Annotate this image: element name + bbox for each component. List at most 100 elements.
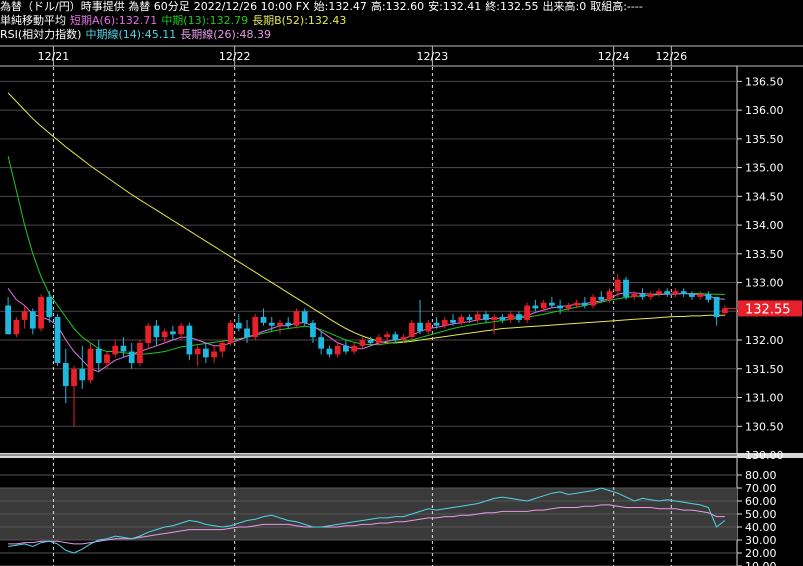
- candle-body: [606, 291, 613, 300]
- candle-body: [581, 302, 588, 306]
- x-tick-label: 12/26: [655, 50, 687, 63]
- candle-body: [21, 311, 28, 320]
- candle-body: [13, 319, 20, 335]
- y-tick-label: 133.00: [745, 277, 784, 290]
- rsi-tick-label: 10.00: [745, 560, 777, 566]
- y-tick-label: 134.50: [745, 190, 784, 203]
- candle-body: [71, 368, 77, 387]
- candle-body: [499, 317, 506, 320]
- candle-body: [38, 296, 44, 329]
- candle-body: [46, 296, 53, 318]
- y-tick-label: 133.50: [745, 248, 784, 261]
- candle-body: [137, 342, 143, 364]
- candle-body: [202, 348, 209, 358]
- candle-body: [705, 294, 712, 300]
- candle-body: [5, 305, 12, 335]
- candle-body: [211, 351, 217, 358]
- candle-body: [104, 354, 110, 364]
- candle-body: [639, 294, 646, 297]
- candle-body: [647, 294, 654, 297]
- candle-body: [721, 308, 728, 314]
- candle-body: [268, 322, 275, 326]
- y-tick-label: 132.00: [745, 334, 784, 347]
- candle-body: [557, 305, 563, 309]
- candle-body: [252, 317, 259, 338]
- candle-body: [318, 337, 325, 349]
- y-tick-label: 130.00: [745, 449, 784, 462]
- price-chart[interactable]: 136.50 136.00 135.50 135.00 134.50 134.00 133.…: [0, 0, 803, 566]
- candle-body: [120, 345, 127, 352]
- candle-body: [680, 291, 687, 295]
- x-tick-label: 12/21: [38, 50, 70, 63]
- x-tick-label: 12/22: [219, 50, 251, 63]
- candle-body: [466, 317, 473, 320]
- candle-body: [458, 317, 465, 323]
- candle-body: [565, 305, 572, 309]
- candle-body: [359, 340, 366, 346]
- candle-body: [598, 296, 605, 300]
- candle-body: [631, 294, 638, 297]
- candle-body: [590, 296, 596, 306]
- y-tick-label: 134.00: [745, 219, 784, 232]
- candle-body: [516, 314, 522, 320]
- candle-body: [293, 311, 300, 326]
- candle-body: [87, 348, 94, 381]
- ma-short-line: [7, 288, 725, 373]
- candle-body: [343, 345, 349, 352]
- y-tick-label: 136.00: [745, 104, 784, 117]
- candle-body: [491, 317, 498, 320]
- candle-body: [235, 322, 242, 329]
- candle-body: [219, 342, 226, 352]
- candle-body: [301, 311, 308, 323]
- candle-body: [474, 314, 481, 320]
- candle-body: [532, 305, 539, 309]
- candle-body: [450, 319, 456, 323]
- candle-body: [260, 317, 267, 323]
- candle-body: [178, 325, 185, 335]
- candle-body: [285, 322, 292, 326]
- candle-body: [441, 319, 448, 326]
- ma-mid-line: [7, 155, 725, 355]
- candle-body: [433, 322, 440, 326]
- candle-body: [425, 322, 432, 332]
- candle-body: [326, 348, 333, 355]
- candle-body: [112, 345, 119, 355]
- candle-body: [54, 317, 61, 364]
- y-tick-label: 135.50: [745, 133, 784, 146]
- candle-body: [689, 294, 695, 297]
- candle-body: [62, 363, 69, 387]
- y-tick-label: 131.00: [745, 392, 784, 405]
- rsi-tick-label: 70.00: [745, 482, 777, 495]
- candle-body: [79, 368, 86, 381]
- current-price-label: 132.55: [745, 302, 791, 317]
- candle-body: [153, 325, 160, 338]
- rsi-tick-label: 80.00: [745, 469, 777, 482]
- rsi-tick-label: 60.00: [745, 495, 777, 508]
- candle-body: [351, 345, 358, 352]
- y-tick-label: 131.50: [745, 363, 784, 376]
- candle-body: [417, 322, 423, 332]
- x-tick-label: 12/23: [417, 50, 449, 63]
- candle-body: [29, 311, 36, 329]
- candle-body: [483, 314, 489, 320]
- candle-body: [623, 279, 629, 297]
- rsi-tick-label: 20.00: [745, 547, 777, 560]
- y-tick-label: 136.50: [745, 75, 784, 88]
- candle-body: [400, 337, 407, 341]
- rsi-tick-label: 40.00: [745, 521, 777, 534]
- candle-body: [244, 328, 250, 338]
- candle-body: [310, 322, 316, 338]
- candle-body: [540, 302, 547, 309]
- candle-body: [548, 302, 555, 306]
- candle-body: [170, 331, 176, 335]
- candle-body: [656, 291, 662, 295]
- candle-body: [664, 291, 671, 295]
- candle-body: [194, 348, 201, 355]
- rsi-tick-label: 50.00: [745, 508, 777, 521]
- candle-body: [367, 340, 374, 343]
- y-tick-label: 135.00: [745, 162, 784, 175]
- candle-body: [227, 322, 234, 343]
- candle-body: [672, 291, 679, 295]
- candle-body: [697, 294, 704, 297]
- candle-body: [186, 325, 193, 355]
